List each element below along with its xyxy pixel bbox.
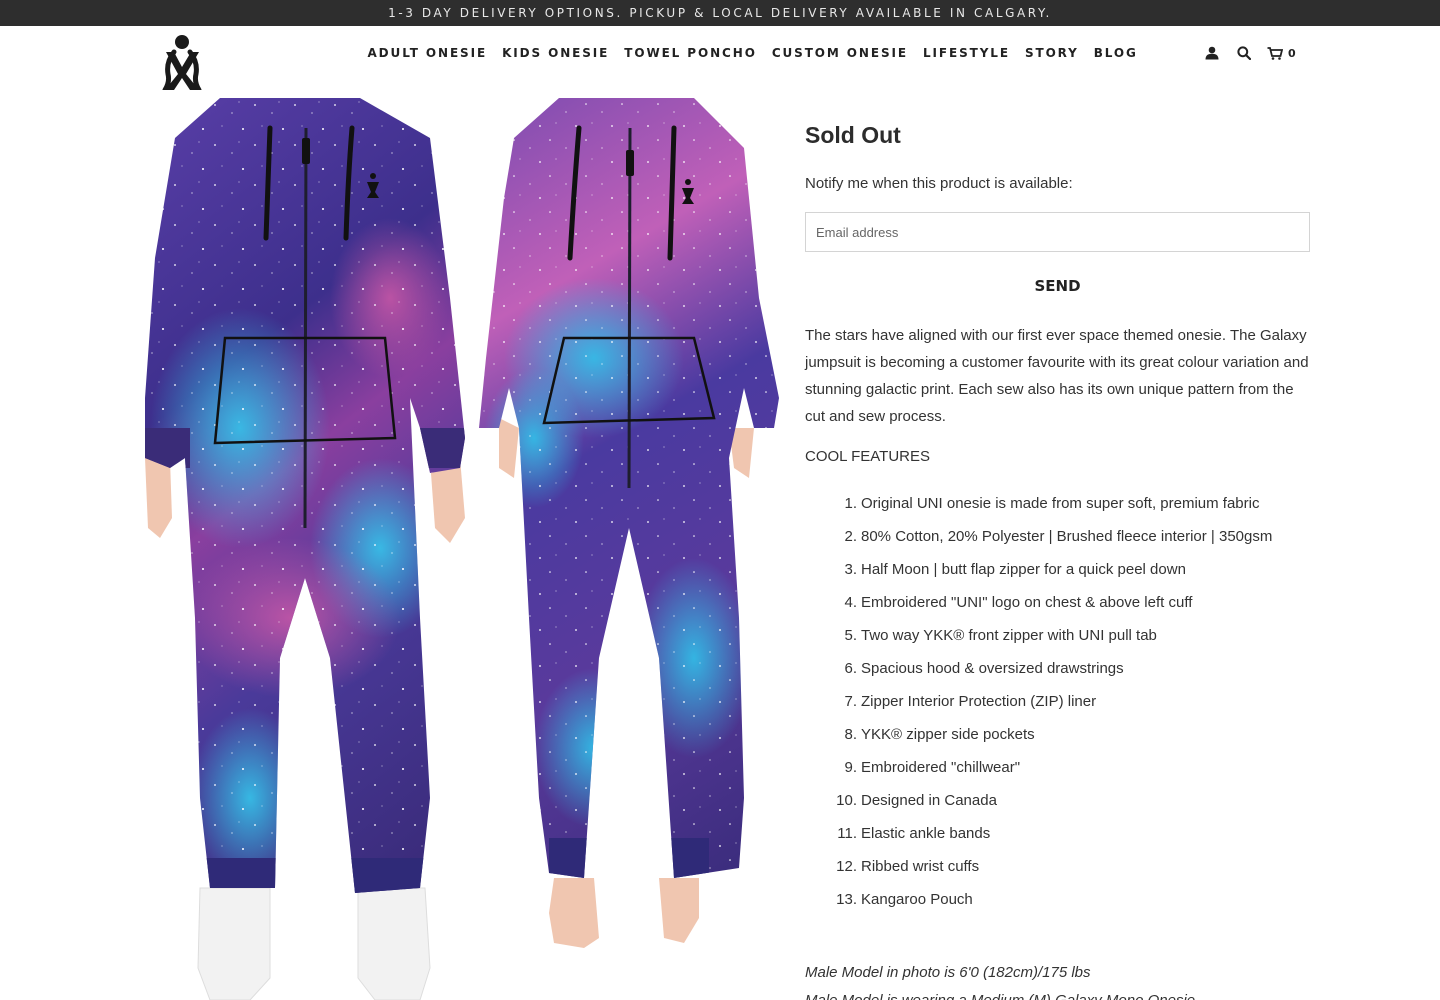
announcement-bar: 1-3 DAY DELIVERY OPTIONS. PICKUP & LOCAL… (0, 0, 1440, 26)
search-icon[interactable] (1235, 44, 1253, 62)
features-list: 1. Original UNI onesie is made from super… (805, 494, 1310, 923)
list-item: 1. Original UNI onesie is made from super… (844, 495, 1260, 512)
notify-label: Notify me when this product is available… (805, 175, 1073, 192)
list-item: 8. YKK® zipper side pockets (844, 726, 1035, 743)
model-wearing-note: Male Model is wearing a Medium (M) Galax… (805, 992, 1195, 1000)
main-nav: ADULT ONESIE KIDS ONESIE TOWEL PONCHO CU… (360, 45, 1145, 61)
list-item: 13. Kangaroo Pouch (836, 891, 973, 908)
list-item: 2. 80% Cotton, 20% Polyester | Brushed fl… (844, 528, 1273, 545)
nav-item-story[interactable]: STORY (1017, 45, 1086, 61)
user-icon[interactable] (1203, 44, 1221, 62)
list-item: 11. Elastic ankle bands (837, 825, 991, 842)
nav-item-blog[interactable]: BLOG (1086, 45, 1145, 61)
stick-figure-logo-icon (162, 35, 202, 93)
sold-out-status: Sold Out (805, 122, 901, 148)
brand-logo[interactable] (160, 34, 206, 93)
list-item: 7. Zipper Interior Protection (ZIP) liner (844, 693, 1097, 710)
features-heading: COOL FEATURES (805, 448, 931, 465)
product-image-female-model[interactable] (474, 98, 784, 1000)
list-item: 12. Ribbed wrist cuffs (836, 858, 980, 875)
list-item: 10. Designed in Canada (836, 792, 997, 809)
nav-item-lifestyle[interactable]: LIFESTYLE (915, 45, 1017, 61)
nav-item-towel-poncho[interactable]: TOWEL PONCHO (617, 45, 765, 61)
cart-count: 0 (1288, 46, 1297, 60)
product-image-male-model[interactable] (130, 98, 480, 1000)
site-header: ADULT ONESIE KIDS ONESIE TOWEL PONCHO CU… (0, 26, 1440, 98)
header-tools: 0 (1203, 44, 1297, 62)
send-button[interactable]: SEND (805, 274, 1310, 298)
nav-item-custom-onesie[interactable]: CUSTOM ONESIE (764, 45, 915, 61)
list-item: 6. Spacious hood & oversized drawstrings (844, 660, 1124, 677)
announcement-text: 1-3 DAY DELIVERY OPTIONS. PICKUP & LOCAL… (388, 6, 1052, 20)
email-field[interactable] (805, 212, 1310, 252)
model-size-note: Male Model in photo is 6'0 (182cm)/175 l… (805, 964, 1091, 981)
product-description: The stars have aligned with our first ev… (805, 327, 1309, 425)
nav-item-adult-onesie[interactable]: ADULT ONESIE (360, 45, 495, 61)
list-item: 4. Embroidered "UNI" logo on chest & abov… (844, 594, 1193, 611)
list-item: 5. Two way YKK® front zipper with UNI pul… (844, 627, 1157, 644)
cart-icon (1267, 46, 1283, 60)
nav-item-kids-onesie[interactable]: KIDS ONESIE (495, 45, 617, 61)
list-item: 9. Embroidered "chillwear" (844, 759, 1021, 776)
list-item: 3. Half Moon | butt flap zipper for a qui… (844, 561, 1186, 578)
cart-button[interactable]: 0 (1267, 47, 1297, 60)
